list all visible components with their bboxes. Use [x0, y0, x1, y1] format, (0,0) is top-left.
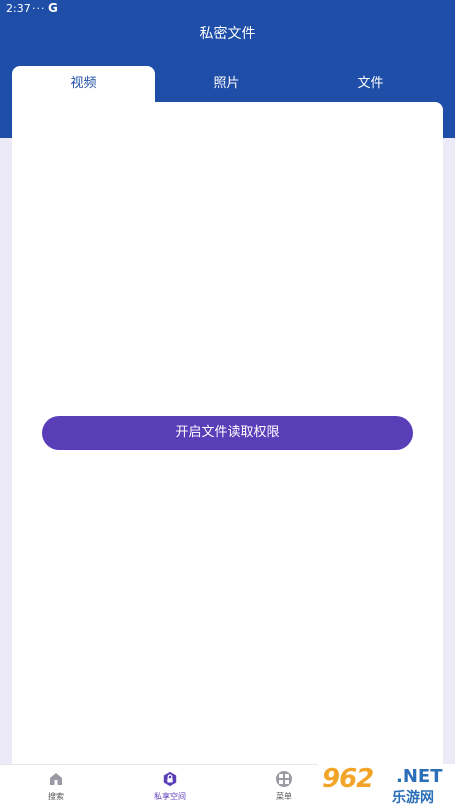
enable-file-permission-button[interactable]: 开启文件读取权限: [42, 416, 413, 450]
page-title: 私密文件: [199, 26, 256, 42]
lock-icon: [162, 771, 178, 787]
nav-item-menu[interactable]: 菜单: [254, 771, 314, 802]
watermark-net: .NET: [396, 766, 443, 787]
nav-item-private-space[interactable]: 私享空间: [140, 771, 200, 802]
watermark-site-name: 乐游网: [392, 790, 434, 806]
nav-label-search: 搜索: [48, 792, 64, 801]
home-icon: [48, 771, 64, 787]
tab-photos[interactable]: 照片: [155, 66, 298, 102]
grid-icon: [276, 771, 292, 787]
status-time: 2:37: [6, 2, 31, 15]
status-dots: ···: [32, 2, 46, 15]
watermark-number: 962: [322, 764, 374, 794]
site-watermark: 962 .NET 乐游网: [318, 764, 455, 809]
tab-files[interactable]: 文件: [298, 66, 443, 102]
nav-label-private-space: 私享空间: [154, 792, 186, 801]
tab-videos[interactable]: 视频: [12, 66, 155, 106]
google-icon: G: [48, 1, 58, 15]
nav-label-menu: 菜单: [276, 792, 292, 801]
status-bar: 2:37 ··· G: [0, 0, 455, 20]
nav-item-search[interactable]: 搜索: [26, 771, 86, 802]
